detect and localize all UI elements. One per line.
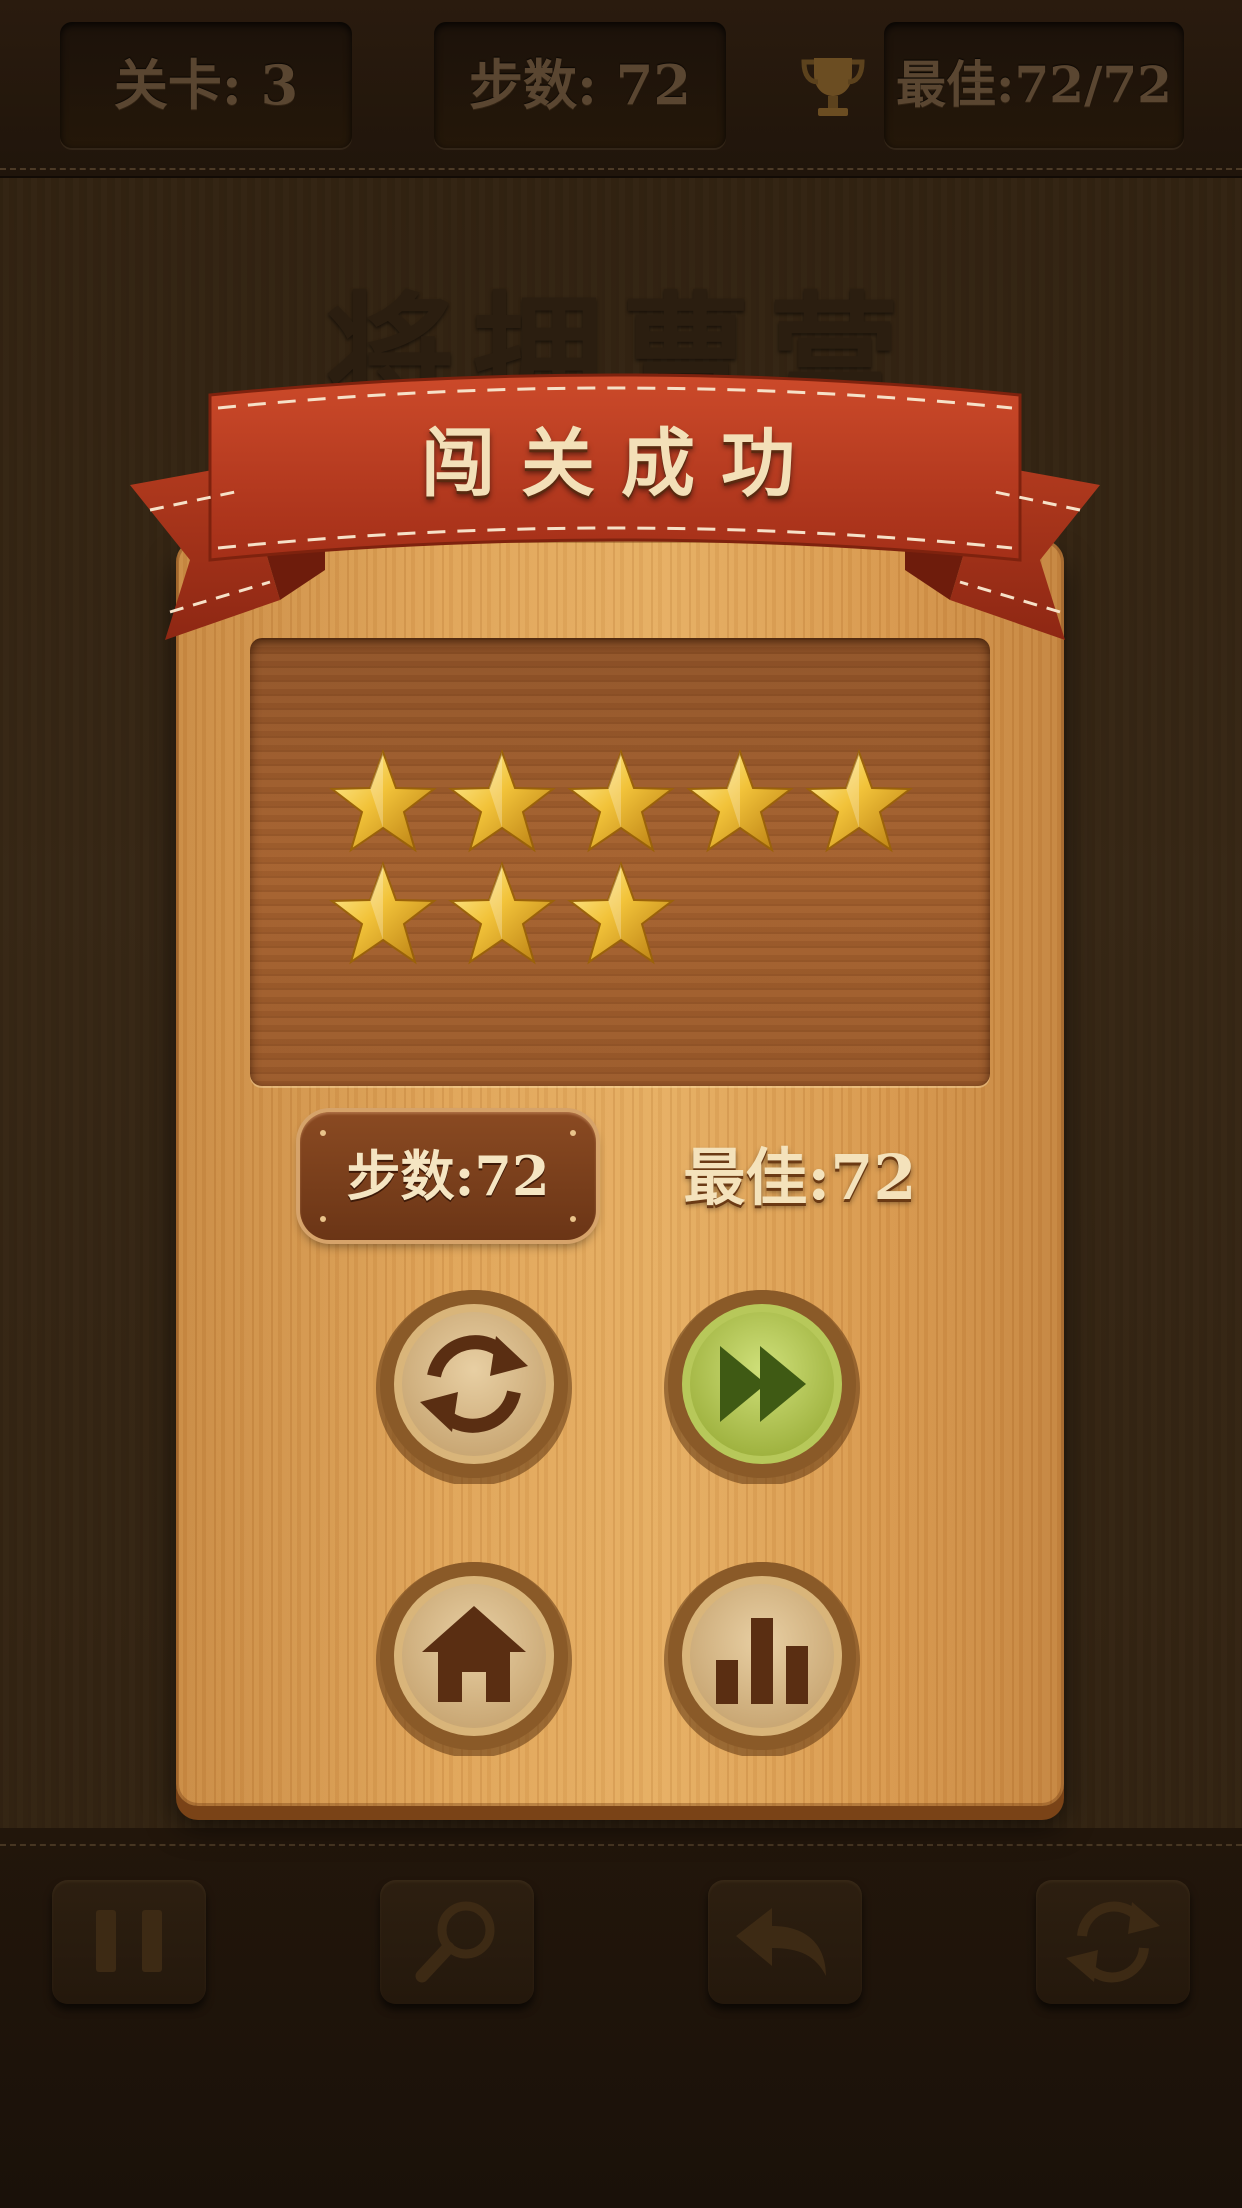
level-display: 关卡: 3 — [60, 22, 352, 148]
star-icon — [448, 749, 556, 853]
undo-icon — [736, 1908, 826, 1976]
home-button[interactable] — [374, 1556, 574, 1756]
star-icon — [805, 749, 913, 853]
star-icon — [567, 861, 675, 965]
hint-button[interactable] — [380, 1880, 534, 2004]
search-icon — [415, 1901, 495, 1983]
dialog-title: 闯关成功 — [421, 421, 821, 507]
home-icon — [376, 1562, 572, 1756]
restart-button[interactable] — [1036, 1880, 1190, 2004]
bar-chart-icon — [664, 1562, 860, 1756]
best-result: 最佳:72 — [683, 1141, 917, 1214]
replay-icon — [376, 1290, 572, 1484]
pause-button[interactable] — [52, 1880, 206, 2004]
steps-result: 步数:72 — [346, 1144, 550, 1208]
refresh-icon — [1066, 1901, 1160, 1983]
steps-display: 步数: 72 — [434, 22, 726, 148]
star-icon — [329, 861, 437, 965]
leaderboard-button[interactable] — [662, 1556, 862, 1756]
star-icon — [329, 749, 437, 853]
best-display: 最佳:72/72 — [884, 22, 1184, 148]
replay-button[interactable] — [374, 1284, 574, 1484]
star-icon — [686, 749, 794, 853]
star-icon — [567, 749, 675, 853]
bottom-bar-stitch — [0, 1844, 1242, 1846]
top-bar-stitch — [0, 168, 1242, 170]
play-next-icon — [664, 1290, 860, 1484]
undo-button[interactable] — [708, 1880, 862, 2004]
next-level-button[interactable] — [662, 1284, 862, 1484]
trophy-icon — [801, 58, 865, 116]
pause-icon — [96, 1910, 162, 1972]
star-icon — [448, 861, 556, 965]
